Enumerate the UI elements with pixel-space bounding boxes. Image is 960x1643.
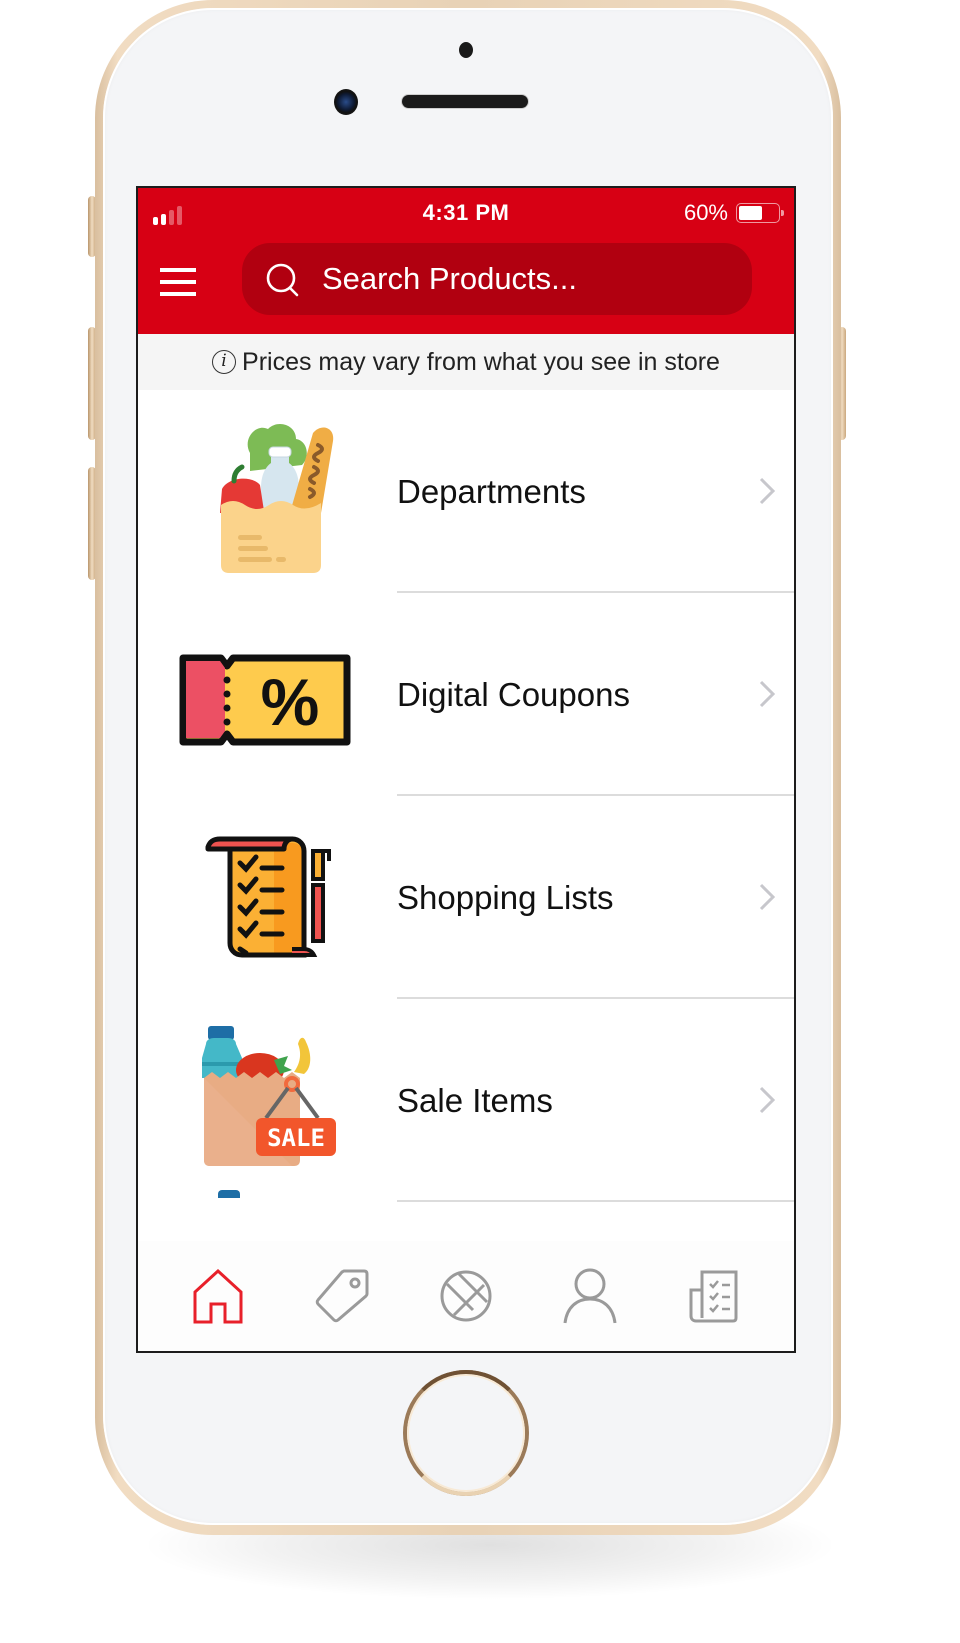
status-bar: 4:31 PM 60% [138, 188, 794, 234]
sale-bag-icon: SALE [202, 1026, 336, 1166]
main-menu-list: Departments % Digital Coupons Shopping L… [138, 390, 794, 1202]
tab-lists[interactable] [679, 1261, 749, 1331]
search-input[interactable]: Search Products... [242, 243, 752, 315]
user-icon [563, 1268, 617, 1324]
hamburger-menu-icon[interactable] [160, 268, 198, 298]
sale-tag-text: SALE [267, 1124, 325, 1152]
price-tag-icon [315, 1269, 369, 1323]
home-icon [193, 1268, 243, 1324]
next-item-icon-peek [218, 1190, 240, 1198]
battery-percentage: 60% [683, 200, 728, 225]
battery-icon [736, 203, 784, 223]
search-icon [266, 263, 299, 297]
earpiece-speaker [402, 95, 528, 108]
chevron-right-icon [759, 680, 776, 708]
info-icon: i [212, 350, 237, 374]
notice-text: Prices may vary from what you see in sto… [242, 347, 720, 376]
tab-home[interactable] [183, 1261, 253, 1331]
proximity-sensor [459, 42, 473, 58]
search-placeholder: Search Products... [322, 261, 578, 296]
menu-item-digital-coupons[interactable]: % Digital Coupons [138, 593, 794, 796]
coupon-icon: % [179, 654, 351, 746]
menu-item-label: Sale Items [397, 1081, 553, 1119]
chevron-right-icon [759, 883, 776, 911]
grocery-bag-icon [220, 424, 334, 573]
top-bar: 4:31 PM 60% Search Products... [138, 188, 794, 334]
shopping-list-icon [205, 836, 331, 958]
chevron-right-icon [759, 477, 776, 505]
tab-deals[interactable] [307, 1261, 377, 1331]
coupon-percent-glyph: % [261, 665, 320, 739]
menu-item-label: Digital Coupons [397, 675, 630, 713]
app-screen: 4:31 PM 60% Search Products... i Prices … [136, 186, 796, 1353]
chevron-right-icon [759, 1086, 776, 1114]
front-camera [334, 89, 358, 115]
battery-fill [739, 206, 762, 220]
menu-item-sale-items[interactable]: SALE Sale Items [138, 999, 794, 1202]
bottom-tab-bar [138, 1241, 794, 1351]
home-button[interactable] [403, 1370, 529, 1496]
menu-item-label: Departments [397, 472, 586, 510]
tab-account[interactable] [555, 1261, 625, 1331]
tab-explore[interactable] [431, 1261, 501, 1331]
price-notice-banner: i Prices may vary from what you see in s… [138, 334, 794, 390]
compass-icon [440, 1270, 492, 1322]
menu-item-label: Shopping Lists [397, 878, 614, 916]
menu-item-departments[interactable]: Departments [138, 390, 794, 593]
checklist-icon [689, 1270, 738, 1323]
menu-item-shopping-lists[interactable]: Shopping Lists [138, 796, 794, 999]
divider [397, 1200, 794, 1202]
